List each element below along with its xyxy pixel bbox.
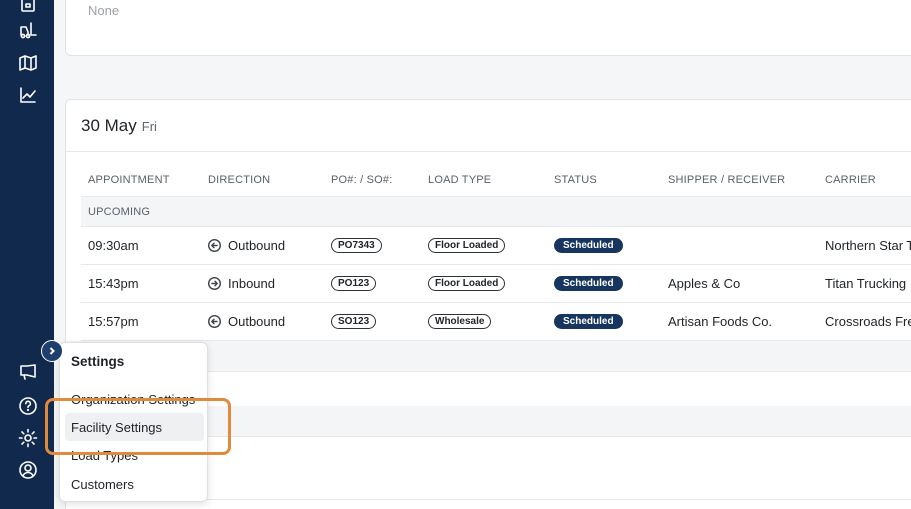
megaphone-icon[interactable] [17,361,39,383]
notes-card: None [65,0,911,56]
load-type-cell: Floor Loaded [428,227,506,264]
po-badge: PO123 [331,276,377,291]
building-icon[interactable] [17,0,39,16]
menu-item-facility-settings[interactable]: Facility Settings [65,413,204,441]
menu-item-load-types[interactable]: Load Types [65,441,204,469]
load-type-badge: Floor Loaded [428,276,506,291]
arrow-left-circle-icon [207,238,222,253]
empty-text: None [88,3,120,18]
settings-menu: Settings Organization Settings Facility … [59,342,208,502]
carrier-cell: Crossroads Fre [825,314,911,329]
column-header-po[interactable]: PO#: / SO#: [331,164,393,196]
chevron-right-icon [49,347,55,355]
table-row[interactable]: 15:43pm Inbound PO123 Floor Loaded Sched… [81,265,911,303]
help-icon[interactable] [17,395,39,417]
user-circle-icon[interactable] [17,459,39,481]
carrier-cell: Northern Star T [825,238,911,253]
date-label: 30 May [81,116,137,135]
sidebar [0,0,54,509]
po-cell: SO123 [331,303,377,340]
direction-label: Outbound [228,314,286,329]
load-type-badge: Floor Loaded [428,238,506,253]
po-cell: PO7343 [331,227,382,264]
sidebar-expand-button[interactable] [41,340,63,362]
appointments-table: APPOINTMENT DIRECTION PO#: / SO#: LOAD T… [81,164,911,341]
column-header-shipper[interactable]: SHIPPER / RECEIVER [668,164,785,196]
load-type-cell: Wholesale [428,303,492,340]
direction-label: Inbound [228,276,275,291]
settings-menu-title: Settings [71,354,125,369]
direction-cell: Outbound [207,303,286,340]
table-header: APPOINTMENT DIRECTION PO#: / SO#: LOAD T… [81,164,911,197]
group-header-upcoming: UPCOMING [81,197,911,227]
appointment-time: 09:30am [88,238,139,253]
table-row[interactable]: 15:57pm Outbound SO123 Wholesale Schedul… [81,303,911,341]
carrier-cell: Titan Trucking [825,276,907,291]
menu-item-customers[interactable]: Customers [65,470,204,498]
chart-line-icon[interactable] [17,84,39,106]
date-header: 30 May Fri [66,100,911,152]
table-row[interactable]: 09:30am Outbound PO7343 Floor Loaded Sch… [81,227,911,265]
map-icon[interactable] [17,52,39,74]
group-label: UPCOMING [88,205,151,218]
direction-label: Outbound [228,238,286,253]
po-cell: PO123 [331,265,377,302]
direction-cell: Outbound [207,227,286,264]
status-badge: Scheduled [554,276,623,291]
column-header-status[interactable]: STATUS [554,164,597,196]
status-badge: Scheduled [554,314,623,329]
gear-icon[interactable] [17,427,39,449]
column-header-direction[interactable]: DIRECTION [208,164,270,196]
arrow-right-circle-icon [207,276,222,291]
appointment-time: 15:57pm [88,314,139,329]
column-header-load-type[interactable]: LOAD TYPE [428,164,491,196]
load-type-cell: Floor Loaded [428,265,506,302]
po-badge: SO123 [331,314,377,329]
menu-item-organization-settings[interactable]: Organization Settings [65,385,204,413]
direction-cell: Inbound [207,265,275,302]
appointment-time: 15:43pm [88,276,139,291]
po-badge: PO7343 [331,238,382,253]
column-header-appointment[interactable]: APPOINTMENT [88,164,170,196]
weekday-label: Fri [141,119,157,134]
arrow-left-circle-icon [207,314,222,329]
column-header-carrier[interactable]: CARRIER [825,164,876,196]
forklift-icon[interactable] [17,19,39,41]
status-badge: Scheduled [554,238,623,253]
status-cell: Scheduled [554,303,623,340]
status-cell: Scheduled [554,265,623,302]
shipper-cell: Artisan Foods Co. [668,314,773,329]
status-cell: Scheduled [554,227,623,264]
load-type-badge: Wholesale [428,314,492,329]
shipper-cell: Apples & Co [668,276,741,291]
